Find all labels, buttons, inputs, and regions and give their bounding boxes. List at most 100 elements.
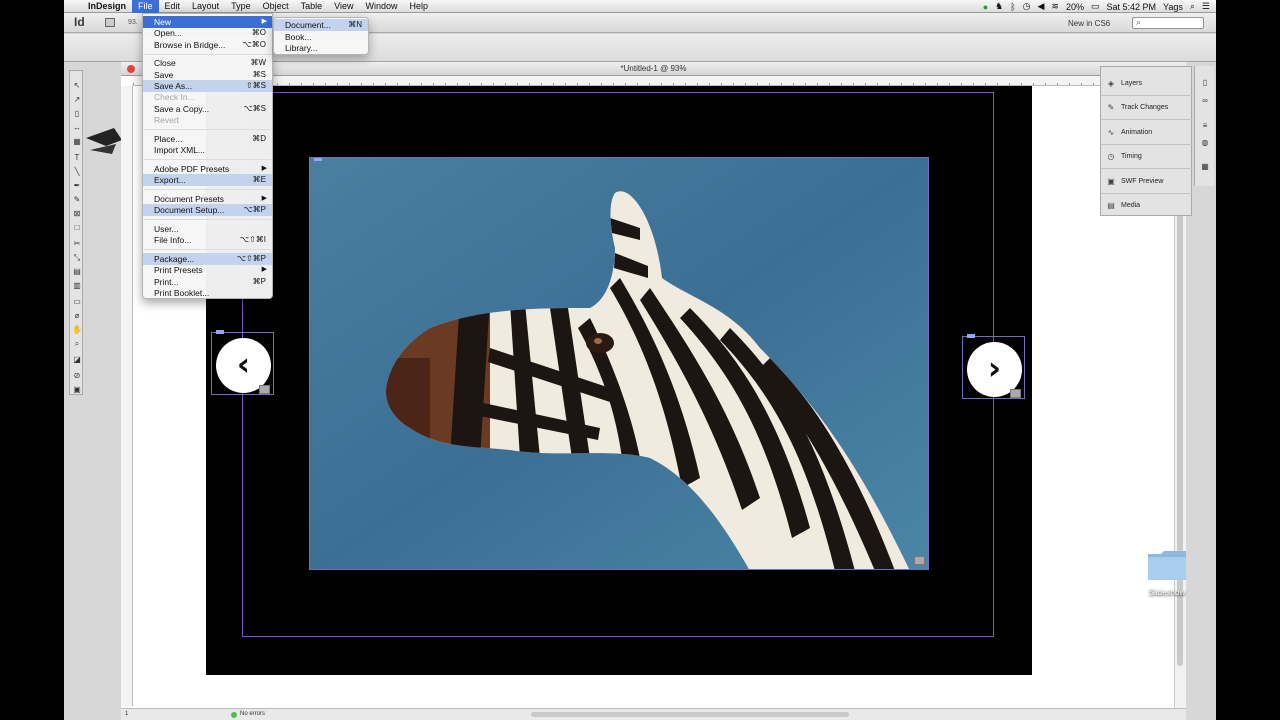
frame-tag-icon xyxy=(314,158,322,161)
time-machine-icon[interactable]: ◷ xyxy=(1023,1,1031,12)
rectangle-tool-icon[interactable]: □ xyxy=(72,223,82,233)
page-number-field[interactable]: 1 xyxy=(125,711,128,717)
gap-tool-icon[interactable]: ↔ xyxy=(72,123,82,133)
volume-icon[interactable]: ◀ xyxy=(1037,1,1044,12)
submenu-item-document[interactable]: Document... ⌘N xyxy=(274,19,368,31)
menu-file[interactable]: File xyxy=(132,0,159,13)
scissors-tool-icon[interactable]: ✂ xyxy=(72,239,82,249)
links-panel-icon[interactable]: ∞ xyxy=(1200,96,1210,106)
clock[interactable]: Sat 5:42 PM xyxy=(1106,2,1156,12)
file-menu-dropdown: New ▶ Open... ⌘O Browse in Bridge... ⌥⌘O Cl… xyxy=(142,13,273,299)
apple-menu-icon[interactable] xyxy=(64,0,82,13)
timing-icon: ◷ xyxy=(1107,152,1115,161)
menu-object[interactable]: Object xyxy=(257,0,295,13)
line-tool-icon[interactable]: ╲ xyxy=(72,167,82,177)
menu-item-export[interactable]: Export... ⌘E xyxy=(143,174,272,186)
folder-icon[interactable] xyxy=(1146,548,1188,582)
hand-tool-icon[interactable]: ✋ xyxy=(72,325,82,335)
accessibility-icon[interactable]: ♞ xyxy=(995,1,1003,12)
document-page[interactable]: ‹ › xyxy=(206,86,1032,675)
menu-separator xyxy=(144,129,271,130)
swatches-panel-icon[interactable]: ◍ xyxy=(1200,138,1210,148)
menu-item-close[interactable]: Close ⌘W xyxy=(143,57,272,69)
previous-button-frame[interactable]: ‹ xyxy=(211,330,274,395)
content-grabber-icon[interactable] xyxy=(914,556,925,565)
bluetooth-icon[interactable]: ᛒ xyxy=(1010,2,1015,12)
gradient-feather-tool-icon[interactable]: ▥ xyxy=(72,281,82,291)
panels-column: ◈ Layers ✎ Track Changes ∿ Animation ◷ Timin… xyxy=(1100,66,1193,218)
horizontal-ruler[interactable] xyxy=(133,76,1183,86)
bridge-icon[interactable] xyxy=(105,18,115,27)
submenu-arrow-icon: ▶ xyxy=(261,266,267,273)
pages-panel-icon[interactable]: ▯ xyxy=(1200,78,1210,88)
menu-item-print-booklet[interactable]: Print Booklet... xyxy=(143,287,272,299)
direct-selection-tool-icon[interactable]: ↗ xyxy=(72,95,82,105)
menu-help[interactable]: Help xyxy=(404,0,435,13)
menu-type[interactable]: Type xyxy=(225,0,257,13)
pen-tool-icon[interactable]: ✒ xyxy=(72,181,82,191)
menu-item-open[interactable]: Open... ⌘O xyxy=(143,27,272,39)
animation-icon: ∿ xyxy=(1107,128,1115,137)
spotlight-icon[interactable]: ⌕ xyxy=(1190,1,1195,12)
list-icon[interactable]: ☰ xyxy=(1202,1,1210,12)
zoom-tool-icon[interactable]: ⌕ xyxy=(72,339,82,349)
free-transform-tool-icon[interactable]: ⤡ xyxy=(72,253,82,263)
horizontal-scroll-thumb[interactable] xyxy=(531,712,849,717)
menu-separator xyxy=(144,249,271,250)
panel-dock: ▯ ∞ ≡ ◍ ▦ xyxy=(1194,66,1214,186)
menu-window[interactable]: Window xyxy=(359,0,403,13)
next-button-frame[interactable]: › xyxy=(962,334,1025,399)
help-search-input[interactable]: ⌕ xyxy=(1132,17,1204,29)
content-collector-icon[interactable]: ▦ xyxy=(72,137,82,147)
menu-item-document-setup[interactable]: Document Setup... ⌥⌘P xyxy=(143,204,272,216)
preflight-status[interactable]: No errors xyxy=(240,711,265,717)
gradient-swatch-tool-icon[interactable]: ▤ xyxy=(72,267,82,277)
menu-item-revert: Revert xyxy=(154,115,180,125)
wifi-icon[interactable]: ≋ xyxy=(1051,1,1059,12)
apply-none-icon[interactable]: ⊘ xyxy=(72,371,82,381)
battery-icon[interactable]: ▭ xyxy=(1091,1,1100,12)
eyedropper-tool-icon[interactable]: ⌀ xyxy=(72,311,82,321)
menu-view[interactable]: View xyxy=(328,0,359,13)
menu-item-check-in: Check In... xyxy=(154,92,195,102)
menu-item-file-info[interactable]: File Info... ⌥⇧⌘I xyxy=(143,234,272,246)
menu-layout[interactable]: Layout xyxy=(186,0,225,13)
type-tool-icon[interactable]: T xyxy=(72,153,82,163)
panel-media[interactable]: ▤ Media xyxy=(1101,194,1193,218)
panel-animation[interactable]: ∿ Animation xyxy=(1101,121,1193,145)
panel-layers[interactable]: ◈ Layers xyxy=(1101,72,1193,96)
panel-track-changes[interactable]: ✎ Track Changes xyxy=(1101,96,1193,120)
page-tool-icon[interactable]: ▯ xyxy=(72,109,82,119)
menu-item-browse-in-bridge[interactable]: Browse in Bridge... ⌥⌘O xyxy=(143,39,272,51)
preflight-status-icon[interactable] xyxy=(231,712,237,718)
zebra-hand-painting-image-frame[interactable] xyxy=(309,157,929,570)
panel-swf-preview[interactable]: ▣ SWF Preview xyxy=(1101,170,1193,194)
workspace-switcher[interactable]: New in CS6 xyxy=(1068,19,1110,28)
selection-tool-icon[interactable]: ↖ xyxy=(72,81,82,91)
screen-mode-icon[interactable]: ▣ xyxy=(72,385,82,395)
submenu-item-library[interactable]: Library... xyxy=(274,42,368,54)
stroke-panel-icon[interactable]: ≡ xyxy=(1200,121,1210,131)
zoom-level[interactable]: 93. xyxy=(128,19,138,26)
note-tool-icon[interactable]: ▭ xyxy=(72,297,82,307)
menu-bar: InDesign File Edit Layout Type Object Ta… xyxy=(64,0,1216,13)
menu-item-import-xml[interactable]: Import XML... xyxy=(143,144,272,156)
frame-tag-icon xyxy=(967,334,975,338)
user-name[interactable]: Yags xyxy=(1163,2,1183,12)
panel-timing[interactable]: ◷ Timing xyxy=(1101,145,1193,169)
media-icon: ▤ xyxy=(1107,201,1115,210)
fill-stroke-icon[interactable]: ◪ xyxy=(72,355,82,365)
document-tab[interactable]: *Untitled-1 @ 93% xyxy=(121,62,1186,76)
vertical-ruler[interactable] xyxy=(121,86,133,706)
close-document-icon[interactable] xyxy=(127,65,135,73)
menu-table[interactable]: Table xyxy=(295,0,329,13)
evernote-icon[interactable]: ● xyxy=(983,2,988,12)
pencil-tool-icon[interactable]: ✎ xyxy=(72,195,82,205)
battery-percent: 20% xyxy=(1065,1,1084,12)
object-states-panel-icon[interactable]: ▦ xyxy=(1200,162,1210,172)
menu-app-name[interactable]: InDesign xyxy=(82,0,132,13)
menu-edit[interactable]: Edit xyxy=(159,0,187,13)
folder-label[interactable]: Slideshow xyxy=(1133,588,1201,597)
menu-item-print-presets[interactable]: Print Presets ▶ xyxy=(143,264,272,276)
rectangle-frame-tool-icon[interactable]: ⊠ xyxy=(72,209,82,219)
